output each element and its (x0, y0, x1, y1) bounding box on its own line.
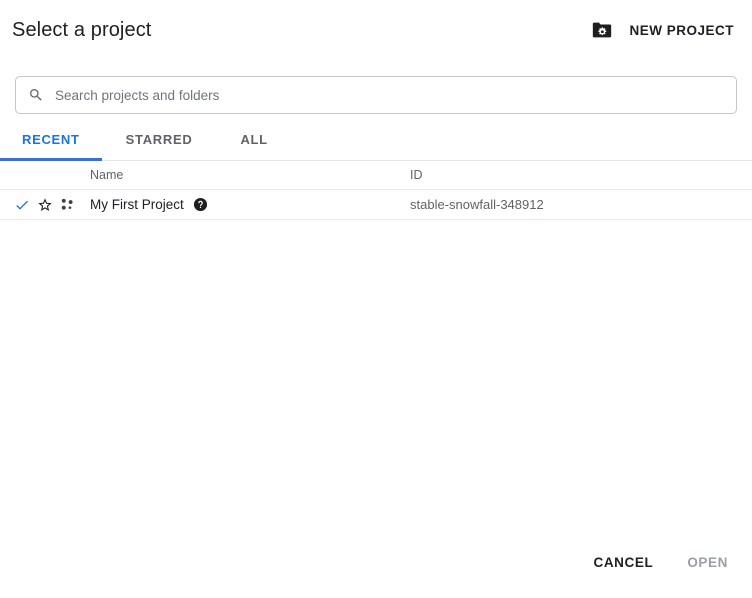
tab-all[interactable]: ALL (216, 128, 291, 160)
table-empty-area (0, 220, 752, 534)
table-row[interactable]: My First Project stable-snowfall-348912 (0, 190, 752, 220)
new-project-button[interactable]: NEW PROJECT (589, 15, 736, 45)
header-cell-name: Name (84, 168, 406, 182)
selected-check-icon (14, 197, 30, 213)
column-header-name: Name (90, 168, 124, 182)
projects-table: Name ID My First Project stable-snowfall… (0, 161, 752, 534)
header-cell-id: ID (406, 166, 752, 184)
project-scope-tabs: RECENT STARRED ALL (0, 128, 752, 161)
project-id: stable-snowfall-348912 (410, 196, 544, 212)
row-cell-name: My First Project (84, 197, 406, 212)
search-input[interactable] (55, 77, 724, 113)
cancel-button[interactable]: CANCEL (583, 547, 663, 578)
new-project-label: NEW PROJECT (629, 22, 734, 38)
column-header-id: ID (410, 168, 423, 182)
star-icon[interactable] (37, 197, 53, 213)
dialog-footer: CANCEL OPEN (0, 534, 752, 598)
project-name: My First Project (90, 197, 184, 212)
open-button[interactable]: OPEN (677, 547, 738, 578)
row-icon-group (0, 197, 84, 213)
help-circle-icon[interactable] (193, 197, 208, 212)
search-box[interactable] (15, 76, 737, 114)
tab-starred[interactable]: STARRED (102, 128, 217, 160)
row-cell-id: stable-snowfall-348912 (406, 196, 752, 214)
select-project-dialog: Select a project NEW PROJECT Search proj… (0, 0, 752, 598)
tab-recent[interactable]: RECENT (0, 128, 102, 161)
dialog-header: Select a project NEW PROJECT (0, 0, 752, 60)
search-section (0, 60, 752, 114)
new-project-folder-icon (591, 19, 613, 41)
search-icon (28, 87, 44, 103)
project-dots-icon (60, 197, 75, 212)
page-title: Select a project (12, 19, 152, 41)
table-header-row: Name ID (0, 161, 752, 190)
